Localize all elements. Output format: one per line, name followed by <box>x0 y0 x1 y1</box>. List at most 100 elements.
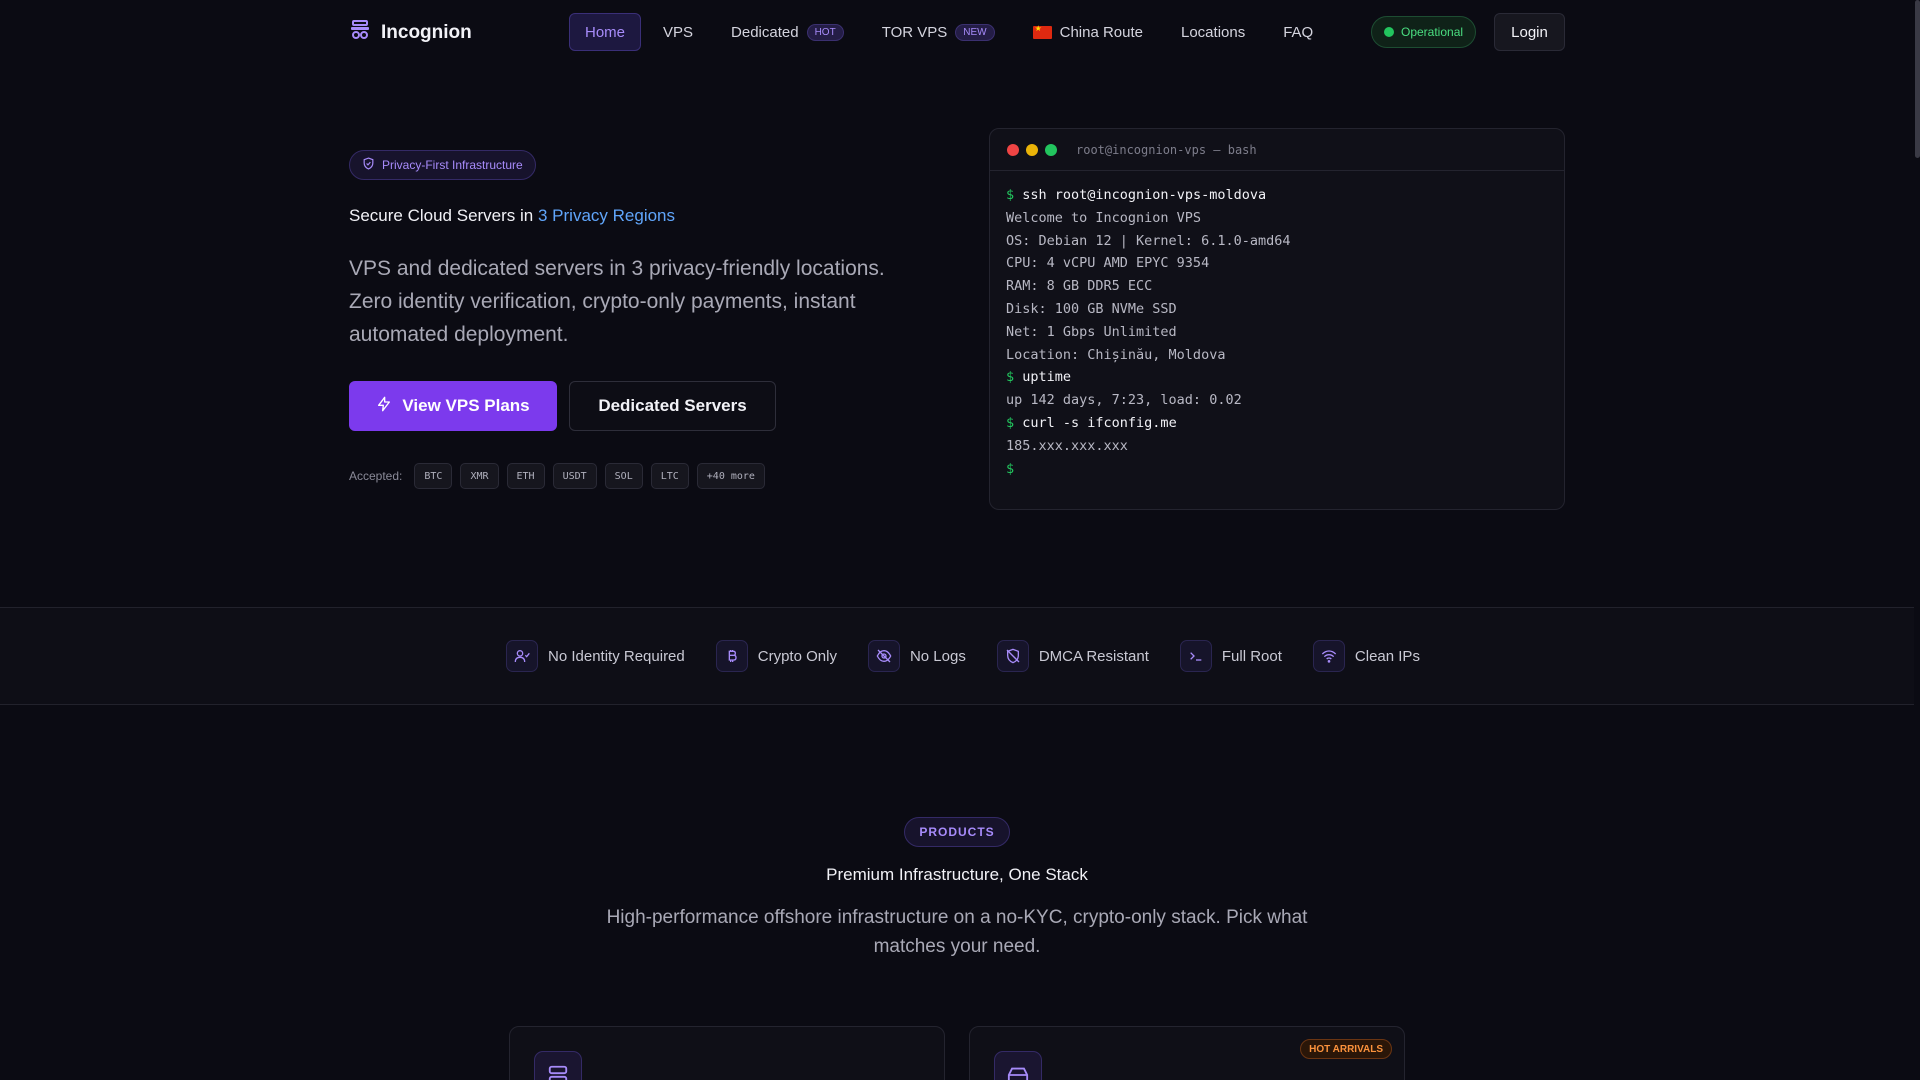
feature-item: No Logs <box>867 640 966 672</box>
terminal-prompt: $ <box>1006 460 1023 477</box>
brand-logo[interactable]: Incognion <box>349 19 472 46</box>
nav-links: Home VPS Dedicated HOT TOR VPS NEW China… <box>569 13 1329 51</box>
user-check-icon <box>506 640 538 672</box>
terminal-window: root@incognion-vps — bash $ ssh root@inc… <box>989 128 1565 510</box>
terminal-command-line: $ uptime <box>1006 366 1564 389</box>
nav-dedicated[interactable]: Dedicated HOT <box>715 13 860 51</box>
view-vps-plans-label: View VPS Plans <box>402 396 530 415</box>
feature-strip: No Identity Required Crypto Only No Logs… <box>0 607 1914 705</box>
dedicated-servers-button[interactable]: Dedicated Servers <box>569 381 776 431</box>
nav-tor-vps[interactable]: TOR VPS NEW <box>866 13 1011 51</box>
top-navbar: Incognion Home VPS Dedicated HOT TOR VPS… <box>0 0 1914 64</box>
bitcoin-icon <box>715 640 748 672</box>
terminal-line-text: 185.xxx.xxx.xxx <box>1006 437 1128 454</box>
terminal-prompt: $ <box>1006 414 1023 431</box>
nav-home-label: Home <box>585 23 626 41</box>
feature-list: No Identity Required Crypto Only No Logs… <box>506 640 1451 672</box>
hero-title-highlight: 3 Privacy Regions <box>538 206 676 225</box>
terminal-output-line: OS: Debian 12 | Kernel: 6.1.0-amd64 <box>1006 230 1564 253</box>
terminal-title: root@incognion-vps — bash <box>1076 142 1257 157</box>
terminal-command-line: $ curl -s ifconfig.me <box>1006 412 1564 435</box>
view-vps-plans-button[interactable]: View VPS Plans <box>349 381 557 431</box>
terminal-icon <box>1179 640 1212 672</box>
maximize-dot-icon <box>1045 143 1057 156</box>
nav-china-route[interactable]: China Route <box>1017 13 1159 51</box>
shield-icon <box>362 157 375 173</box>
feature-item: DMCA Resistant <box>996 640 1149 672</box>
terminal-line-text: OS: Debian 12 | Kernel: 6.1.0-amd64 <box>1006 232 1291 249</box>
accepted-label: Accepted: <box>349 469 403 483</box>
terminal-output-line: Net: 1 Gbps Unlimited <box>1006 321 1564 344</box>
terminal-line-text: Disk: 100 GB NVMe SSD <box>1006 300 1177 317</box>
coin-badge: BTC <box>414 463 453 489</box>
nav-locations[interactable]: Locations <box>1165 13 1261 51</box>
terminal-output-line: 185.xxx.xxx.xxx <box>1006 435 1564 458</box>
china-flag-icon <box>1032 24 1052 39</box>
terminal-titlebar: root@incognion-vps — bash <box>990 129 1564 171</box>
nav-china-route-label: China Route <box>1059 23 1143 41</box>
products-description: High-performance offshore infrastructure… <box>606 907 1308 957</box>
hero-title: Secure Cloud Servers in 3 Privacy Region… <box>349 206 675 226</box>
terminal-line-text: CPU: 4 vCPU AMD EPYC 9354 <box>1006 255 1210 272</box>
terminal-output-line: up 142 days, 7:23, load: 0.02 <box>1006 389 1564 412</box>
nav-dedicated-label: Dedicated <box>731 23 799 41</box>
new-badge: NEW <box>955 23 995 41</box>
coin-badge: XMR <box>460 463 499 489</box>
status-dot-icon <box>1384 27 1394 37</box>
nav-vps[interactable]: VPS <box>647 13 709 51</box>
hero-pill-label: Privacy-First Infrastructure <box>382 158 523 172</box>
feature-item: No Identity Required <box>506 640 685 672</box>
more-coins-badge[interactable]: +40 more <box>696 463 765 489</box>
hero-pill: Privacy-First Infrastructure <box>349 150 536 180</box>
terminal-output-line: RAM: 8 GB DDR5 ECC <box>1006 275 1564 298</box>
nav-faq-label: FAQ <box>1283 23 1314 41</box>
terminal-prompt: $ <box>1006 369 1023 386</box>
terminal-prompt: $ <box>1006 187 1023 203</box>
terminal-line-text: RAM: 8 GB DDR5 ECC <box>1006 278 1153 295</box>
hero-description: VPS and dedicated servers in 3 privacy-f… <box>349 257 885 346</box>
terminal-line-text: uptime <box>1022 369 1072 386</box>
lightning-icon <box>376 396 392 417</box>
status-badge[interactable]: Operational <box>1371 16 1477 48</box>
terminal-output-line: Location: Chișinău, Moldova <box>1006 344 1564 367</box>
shield-off-icon <box>996 640 1029 672</box>
nav-vps-label: VPS <box>663 23 694 41</box>
feature-label: Full Root <box>1221 647 1282 665</box>
hard-drive-icon <box>994 1051 1042 1080</box>
feature-label: No Identity Required <box>548 647 685 665</box>
terminal-output: $ ssh root@incognion-vps-moldova Welcome … <box>990 171 1564 480</box>
accepted-payments: Accepted: BTC XMR ETH USDT SOL LTC +40 m… <box>349 463 765 489</box>
feature-label: DMCA Resistant <box>1038 647 1149 665</box>
coin-badge: LTC <box>650 463 689 489</box>
terminal-output-line: Disk: 100 GB NVMe SSD <box>1006 298 1564 321</box>
nav-faq[interactable]: FAQ <box>1267 13 1329 51</box>
terminal-line-text: ssh root@incognion-vps-moldova <box>1022 187 1267 203</box>
wifi-icon <box>1312 640 1345 672</box>
hot-badge: HOT <box>806 23 844 41</box>
coin-badge: ETH <box>506 463 545 489</box>
terminal-line-text: Location: Chișinău, Moldova <box>1006 346 1226 363</box>
brand-name: Incognion <box>381 21 472 43</box>
coin-badge: USDT <box>552 463 597 489</box>
feature-label: Crypto Only <box>757 647 837 665</box>
terminal-line-text: up 142 days, 7:23, load: 0.02 <box>1006 392 1242 409</box>
nav-home[interactable]: Home <box>569 13 642 51</box>
terminal-line-text: Welcome to Incognion VPS <box>1006 209 1202 226</box>
eye-off-icon <box>867 640 900 672</box>
terminal-line-text: Net: 1 Gbps Unlimited <box>1006 323 1177 340</box>
feature-label: Clean IPs <box>1354 647 1420 665</box>
scrollbar-thumb[interactable] <box>1915 0 1920 158</box>
terminal-command-line: $ ssh root@incognion-vps-moldova <box>1006 184 1564 207</box>
feature-label: No Logs <box>909 647 966 665</box>
hero-title-prefix: Secure Cloud Servers in <box>349 206 534 225</box>
product-card-dedicated[interactable]: HOT ARRIVALS <box>969 1026 1405 1080</box>
login-button[interactable]: Login <box>1494 13 1565 51</box>
page-scrollbar[interactable] <box>1914 0 1920 1080</box>
hot-arrivals-badge: HOT ARRIVALS <box>1300 1039 1392 1059</box>
brand-icon <box>349 19 371 46</box>
feature-item: Clean IPs <box>1312 640 1420 672</box>
feature-item: Crypto Only <box>715 640 837 672</box>
terminal-line-text: curl -s ifconfig.me <box>1022 414 1177 431</box>
product-card-vps[interactable] <box>509 1026 945 1080</box>
terminal-output-line: CPU: 4 vCPU AMD EPYC 9354 <box>1006 252 1564 275</box>
